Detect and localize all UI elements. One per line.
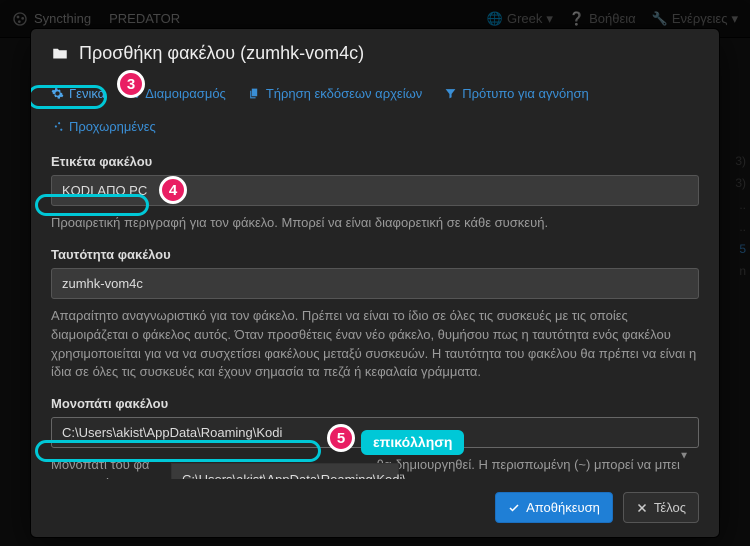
tutorial-callout-paste: επικόλληση: [361, 430, 464, 455]
tutorial-badge-3: 3: [117, 70, 145, 98]
folder-label-help: Προαιρετική περιγραφή για τον φάκελο. Μπ…: [51, 214, 699, 233]
add-folder-modal: Προσθήκη φακέλου (zumhk-vom4c) Γενικά Δι…: [30, 28, 720, 538]
folder-path-suggestions: C:\Users\akist\AppData\Roaming\Kodi\: [171, 463, 399, 479]
modal-title: Προσθήκη φακέλου (zumhk-vom4c): [79, 43, 364, 64]
tutorial-highlight-tab-general: [31, 85, 107, 109]
close-button[interactable]: Τέλος: [623, 492, 699, 523]
modal-header: Προσθήκη φακέλου (zumhk-vom4c): [31, 29, 719, 70]
tutorial-highlight-folder-path: [35, 440, 321, 462]
tab-ignore-label: Πρότυπο για αγνόηση: [462, 86, 588, 101]
tutorial-badge-4: 4: [159, 176, 187, 204]
folder-path-heading: Μονοπάτι φακέλου: [51, 396, 699, 411]
folder-icon: [51, 45, 69, 63]
tab-advanced-label: Προχωρημένες: [69, 119, 156, 134]
save-button[interactable]: Αποθήκευση: [495, 492, 613, 523]
tutorial-badge-5: 5: [327, 424, 355, 452]
sliders-icon: [51, 120, 64, 133]
tab-advanced[interactable]: Προχωρημένες: [51, 119, 699, 134]
modal-footer: Αποθήκευση Τέλος: [31, 479, 719, 537]
folder-path-help-right: θα δημιουργηθεί. Η περισπωμένη (~) μπορε…: [377, 457, 680, 472]
filter-icon: [444, 87, 457, 100]
modal-tabs: Γενικά Διαμοιρασμός Τήρηση εκδόσεων αρχε…: [51, 70, 699, 148]
folder-id-help: Απαραίτητο αναγνωριστικό για τον φάκελο.…: [51, 307, 699, 382]
folder-id-input[interactable]: [51, 268, 699, 299]
folder-label-heading: Ετικέτα φακέλου: [51, 154, 699, 169]
tab-versioning-label: Τήρηση εκδόσεων αρχείων: [266, 86, 422, 101]
folder-path-suggestion-item[interactable]: C:\Users\akist\AppData\Roaming\Kodi\: [172, 464, 398, 479]
tab-versioning[interactable]: Τήρηση εκδόσεων αρχείων: [248, 86, 422, 101]
modal-body: Γενικά Διαμοιρασμός Τήρηση εκδόσεων αρχε…: [31, 70, 719, 479]
tutorial-highlight-folder-label: [35, 194, 149, 216]
close-button-label: Τέλος: [654, 500, 686, 515]
folder-id-heading: Ταυτότητα φακέλου: [51, 247, 699, 262]
copy-icon: [248, 87, 261, 100]
save-button-label: Αποθήκευση: [526, 500, 600, 515]
tab-ignore-patterns[interactable]: Πρότυπο για αγνόηση: [444, 86, 588, 101]
tab-sharing-label: Διαμοιρασμός: [145, 86, 226, 101]
close-icon: [636, 502, 648, 514]
folder-path-help-line2: σαν συντόμευση γ: [51, 476, 156, 479]
check-icon: [508, 502, 520, 514]
